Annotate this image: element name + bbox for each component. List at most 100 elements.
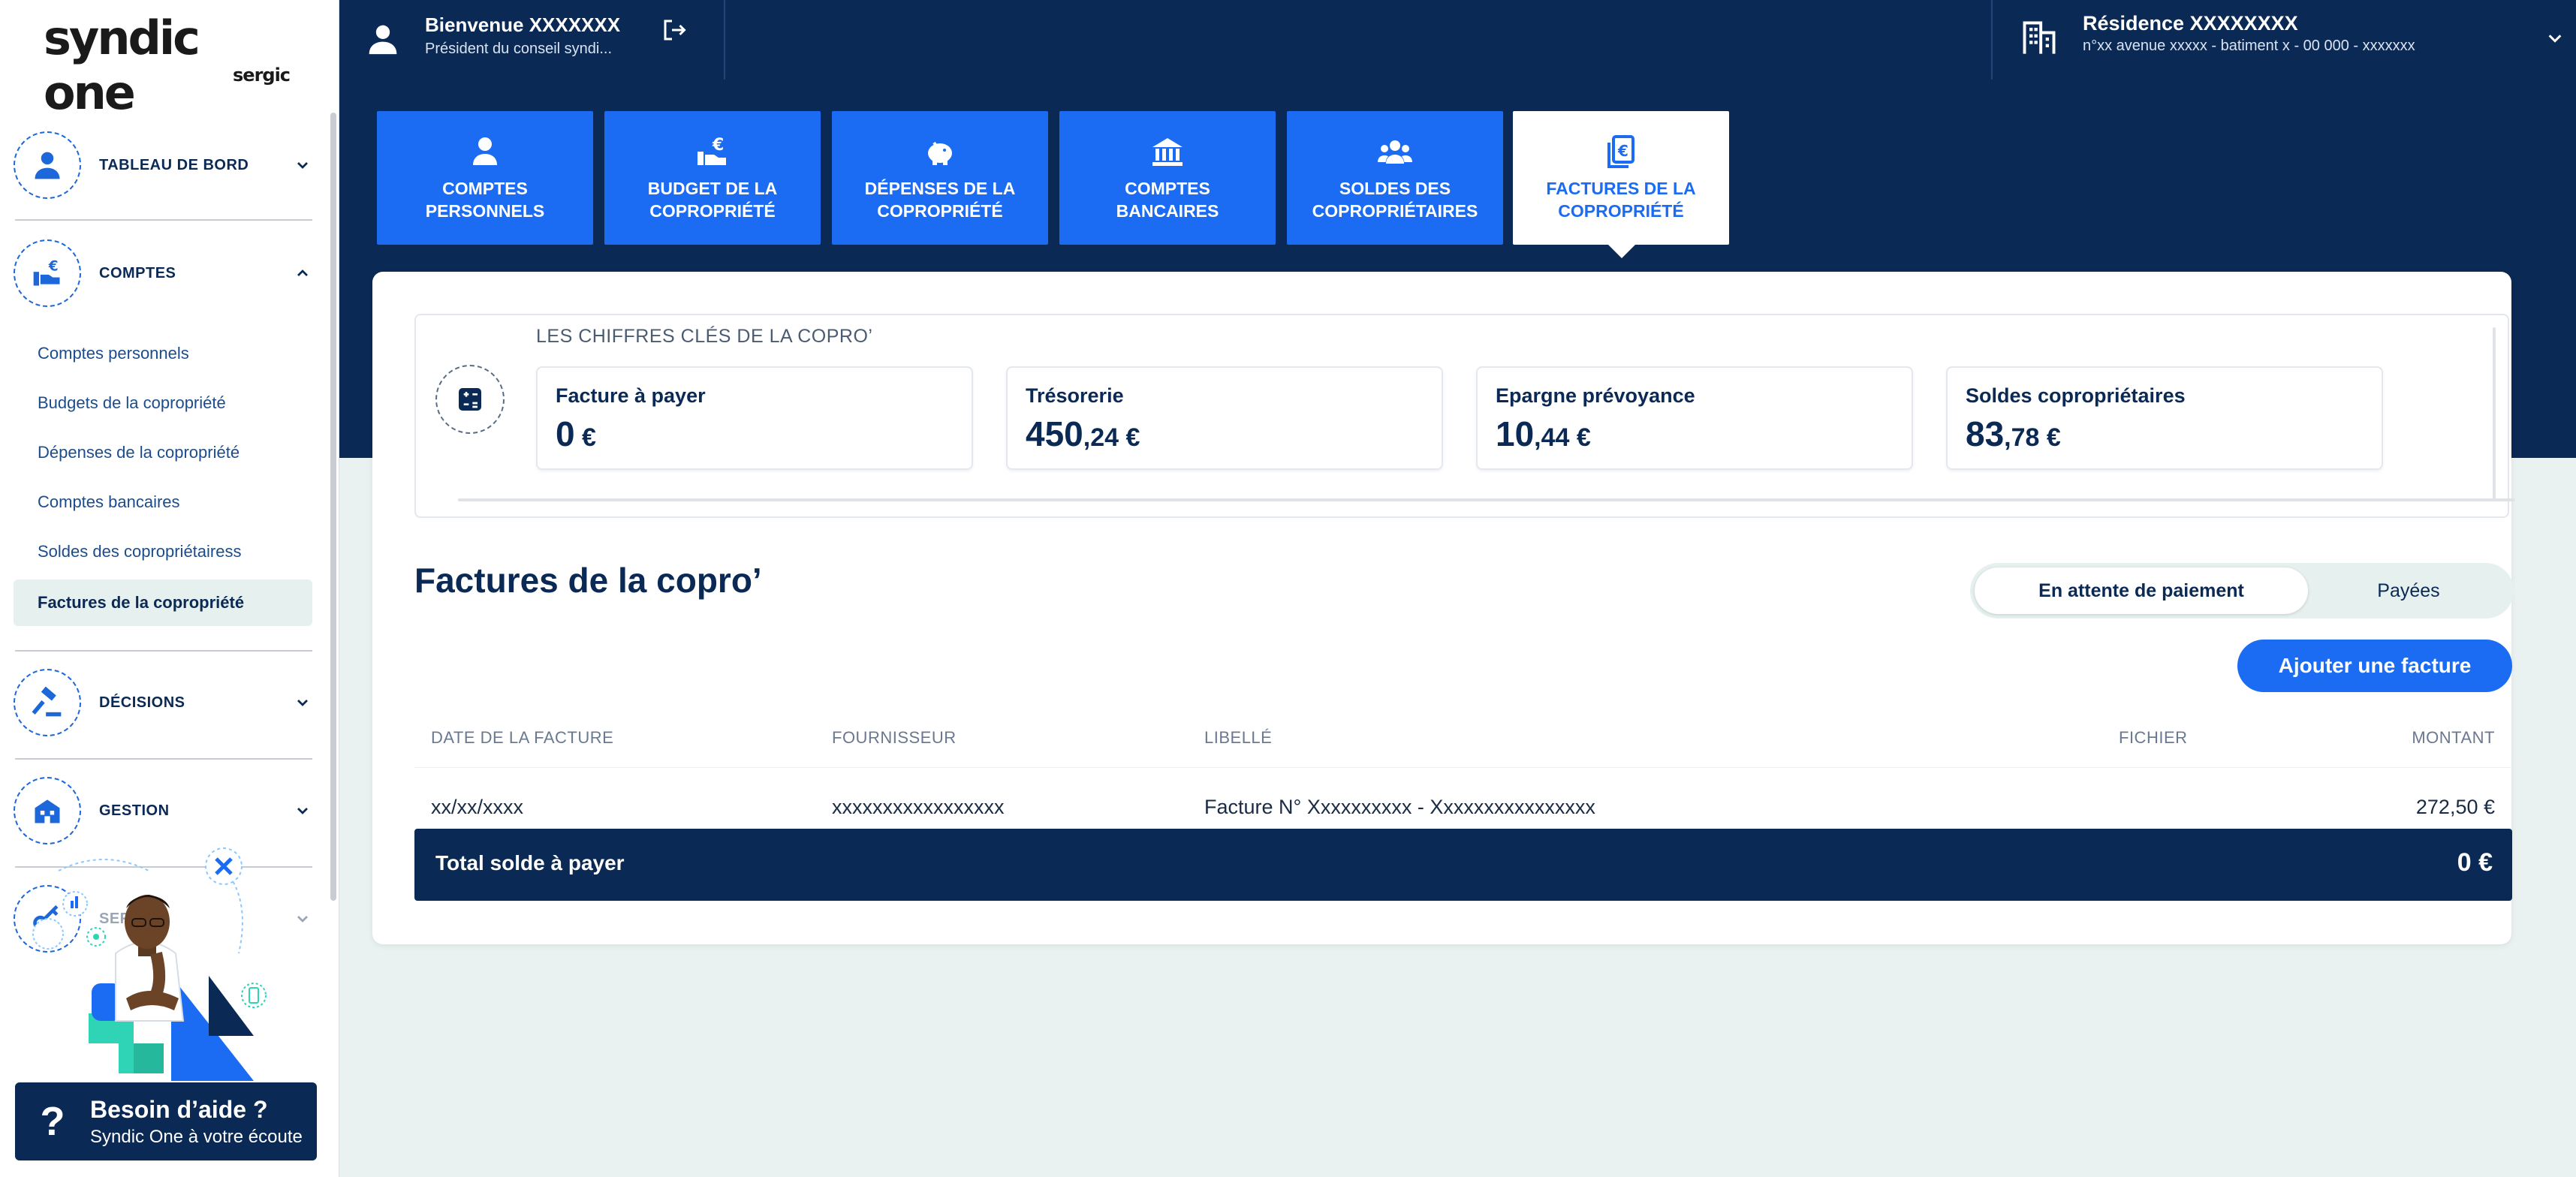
gavel-icon xyxy=(14,669,81,736)
kpi-card-epargne: Epargne prévoyance 10,44 € xyxy=(1476,366,1913,470)
toggle-paid[interactable]: Payées xyxy=(2308,567,2509,614)
sidebar-section-label: GESTION xyxy=(99,802,170,819)
syndic-one-logo[interactable]: syndic one sergic xyxy=(44,11,291,120)
invoice-supplier: xxxxxxxxxxxxxxxxx xyxy=(832,796,1005,818)
kpi-value-int: 0 xyxy=(556,414,575,453)
top-bar: Bienvenue XXXXXXX Président du conseil s… xyxy=(339,0,2576,80)
tab-label-line2: BANCAIRES xyxy=(1116,201,1219,221)
total-label: Total solde à payer xyxy=(435,851,625,874)
sidebar-section-comptes[interactable]: € COMPTES xyxy=(14,228,312,318)
kpi-card-tresorerie: Trésorerie 450,24 € xyxy=(1006,366,1443,470)
kpi-value: 0 € xyxy=(556,414,954,454)
sidebar-section-label: TABLEAU DE BORD xyxy=(99,156,249,173)
chevron-down-icon xyxy=(293,909,312,929)
support-person-illustration xyxy=(32,847,267,1081)
topbar-divider xyxy=(1991,0,1993,80)
sidebar-section-tableau-de-bord[interactable]: TABLEAU DE BORD xyxy=(14,120,312,210)
key-figures-panel: LES CHIFFRES CLÉS DE LA COPRO’ Facture à… xyxy=(414,314,2515,518)
kpi-value-int: 83 xyxy=(1966,414,2005,453)
key-figures-heading: LES CHIFFRES CLÉS DE LA COPRO’ xyxy=(536,326,873,347)
tab-depenses[interactable]: DÉPENSES DE LA COPROPRIÉTÉ xyxy=(832,111,1048,245)
tab-label-line2: PERSONNELS xyxy=(425,201,545,221)
tab-comptes-bancaires[interactable]: COMPTES BANCAIRES xyxy=(1059,111,1276,245)
kpi-value-dec: ,44 € xyxy=(1534,423,1591,452)
user-icon xyxy=(369,25,397,55)
tab-soldes[interactable]: SOLDES DES COPROPRIÉTAIRES xyxy=(1287,111,1503,245)
user-icon xyxy=(467,134,503,170)
sidebar-section-decisions[interactable]: DÉCISIONS xyxy=(14,658,312,748)
sidebar-item-soldes[interactable]: Soldes des copropriétairess xyxy=(14,528,312,575)
kpi-card-factures: Facture à payer 0 € xyxy=(536,366,973,470)
tab-comptes-personnels[interactable]: COMPTES PERSONNELS xyxy=(377,111,593,245)
tab-label-line2: COPROPRIÉTÉ xyxy=(1558,201,1684,221)
add-invoice-button[interactable]: Ajouter une facture xyxy=(2237,640,2512,692)
residence-address: n°xx avenue xxxxx - batiment x - 00 000 … xyxy=(2083,38,2415,54)
residence-name[interactable]: Résidence XXXXXXXX xyxy=(2083,12,2298,35)
tab-label-line1: SOLDES DES xyxy=(1339,179,1451,198)
invoices-title: Factures de la copro’ xyxy=(414,561,762,600)
kpi-label: Epargne prévoyance xyxy=(1496,384,1695,407)
sidebar-divider xyxy=(15,650,312,652)
help-banner[interactable]: ? Besoin d’aide ? Syndic One à votre éco… xyxy=(15,1082,317,1160)
invoice-euro-icon: € xyxy=(1603,134,1639,170)
kpi-label: Facture à payer xyxy=(556,384,706,407)
kpi-value: 450,24 € xyxy=(1026,414,1424,454)
active-tab-pointer xyxy=(1608,245,1635,258)
invoice-status-toggle: En attente de paiement Payées xyxy=(1970,563,2514,619)
column-header-montant: MONTANT xyxy=(2412,728,2495,747)
chevron-up-icon xyxy=(293,263,312,283)
kpi-label: Soldes copropriétaires xyxy=(1966,384,2186,407)
sidebar-item-budgets[interactable]: Budgets de la copropriété xyxy=(14,380,312,426)
help-title: Besoin d’aide ? xyxy=(90,1095,268,1123)
hand-euro-icon: € xyxy=(694,134,731,170)
calculator-icon xyxy=(435,365,505,434)
total-bar: Total solde à payer 0 € xyxy=(414,829,2512,901)
tab-label-line1: DÉPENSES DE LA xyxy=(864,179,1016,198)
chevron-down-icon xyxy=(293,693,312,712)
sidebar-scrollbar[interactable] xyxy=(330,113,336,901)
chevron-down-icon xyxy=(293,155,312,175)
logo-sub-text: sergic xyxy=(233,65,291,86)
question-icon: ? xyxy=(40,1099,65,1144)
sidebar-divider xyxy=(15,219,312,221)
sidebar-item-comptes-bancaires[interactable]: Comptes bancaires xyxy=(14,479,312,525)
invoice-amount: 272,50 € xyxy=(2415,796,2495,818)
bank-icon xyxy=(1149,134,1186,170)
user-icon xyxy=(14,131,81,199)
user-role: Président du conseil syndi... xyxy=(425,41,613,57)
tab-budget[interactable]: € BUDGET DE LA COPROPRIÉTÉ xyxy=(604,111,821,245)
residence-chevron-down-icon[interactable] xyxy=(2547,30,2563,47)
sidebar-item-comptes-personnels[interactable]: Comptes personnels xyxy=(14,330,312,377)
invoice-label[interactable]: Facture N° Xxxxxxxxxx - Xxxxxxxxxxxxxxxx xyxy=(1204,796,1595,819)
sidebar-item-factures[interactable]: Factures de la copropriété xyxy=(14,579,312,626)
kpi-horizontal-scrollbar[interactable] xyxy=(458,498,2515,501)
help-subtitle: Syndic One à votre écoute xyxy=(90,1126,303,1147)
table-header-divider xyxy=(414,767,2512,768)
column-header-fichier: FICHIER xyxy=(2119,728,2188,747)
toggle-pending[interactable]: En attente de paiement xyxy=(1975,567,2308,614)
kpi-value-dec: € xyxy=(574,423,596,452)
kpi-value-dec: ,78 € xyxy=(2004,423,2061,452)
sidebar: syndic one sergic TABLEAU DE BORD € COMP… xyxy=(0,0,339,1177)
kpi-card-soldes: Soldes copropriétaires 83,78 € xyxy=(1946,366,2383,470)
kpi-value: 83,78 € xyxy=(1966,414,2364,454)
users-icon xyxy=(1377,134,1413,170)
kpi-vertical-scrollbar[interactable] xyxy=(2493,327,2496,501)
sidebar-item-depenses[interactable]: Dépenses de la copropriété xyxy=(14,429,312,476)
tab-factures[interactable]: € FACTURES DE LA COPROPRIÉTÉ xyxy=(1513,111,1729,245)
chevron-down-icon xyxy=(293,801,312,820)
tab-label-line2: COPROPRIÉTÉ xyxy=(649,201,776,221)
kpi-value: 10,44 € xyxy=(1496,414,1894,454)
kpi-value-int: 450 xyxy=(1026,414,1083,453)
invoice-date: xx/xx/xxxx xyxy=(431,796,524,818)
topbar-divider xyxy=(724,0,725,80)
building-icon xyxy=(14,777,81,844)
logout-icon[interactable] xyxy=(661,17,688,44)
tab-label-line2: COPROPRIÉTAIRES xyxy=(1312,201,1478,221)
svg-text:€: € xyxy=(712,136,724,155)
kpi-value-int: 10 xyxy=(1496,414,1535,453)
main-card: LES CHIFFRES CLÉS DE LA COPRO’ Facture à… xyxy=(372,272,2515,944)
building-icon xyxy=(2023,21,2056,54)
tab-label-line1: COMPTES xyxy=(1125,179,1210,198)
sidebar-section-label: COMPTES xyxy=(99,264,176,281)
